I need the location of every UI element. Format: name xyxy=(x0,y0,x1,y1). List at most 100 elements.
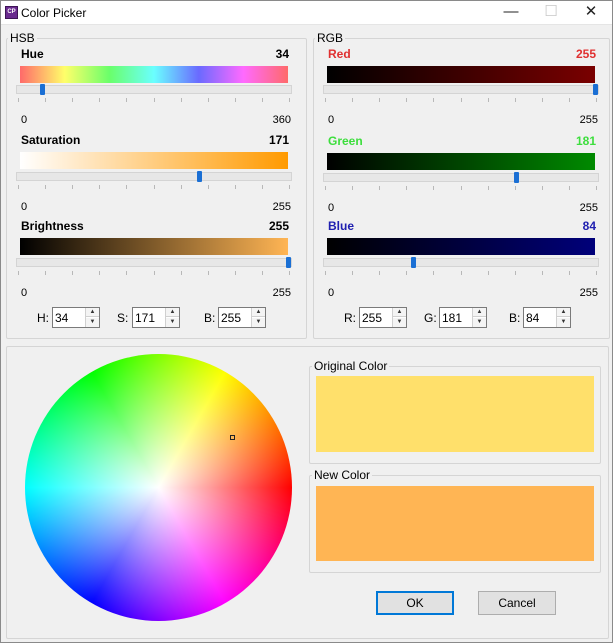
slider-tick xyxy=(235,185,236,189)
blue-label: Blue xyxy=(328,219,355,233)
r-spinner-buttons: ▲ ▼ xyxy=(392,308,406,327)
brightness-min: 0 xyxy=(21,287,28,299)
slider-tick xyxy=(235,271,236,275)
hue-ticks xyxy=(18,98,290,103)
saturation-slider-thumb[interactable] xyxy=(197,171,202,182)
green-label: Green xyxy=(328,134,363,148)
minimize-button[interactable]: — xyxy=(491,1,531,24)
saturation-ticks xyxy=(18,185,290,190)
slider-tick xyxy=(379,186,380,190)
close-button[interactable]: ✕ xyxy=(571,1,611,24)
original-color-swatch[interactable] xyxy=(316,376,594,452)
green-slider[interactable] xyxy=(323,172,599,183)
hue-label: Hue xyxy=(21,47,44,61)
slider-tick xyxy=(45,98,46,102)
b-spinner[interactable]: 255 ▲ ▼ xyxy=(218,307,266,328)
slider-tick xyxy=(542,186,543,190)
slider-tick xyxy=(262,98,263,102)
ok-button[interactable]: OK xyxy=(376,591,454,615)
r-spinner[interactable]: 255 ▲ ▼ xyxy=(359,307,407,328)
red-slider[interactable] xyxy=(323,84,599,95)
slider-tick xyxy=(461,271,462,275)
rgb-b-spinner-value[interactable]: 84 xyxy=(526,311,539,325)
hue-gradient xyxy=(20,66,288,83)
window-title: Color Picker xyxy=(21,6,87,20)
s-spinner[interactable]: 171 ▲ ▼ xyxy=(132,307,180,328)
saturation-value: 171 xyxy=(268,133,289,147)
slider-tick xyxy=(569,271,570,275)
rgb-b-spinner[interactable]: 84 ▲ ▼ xyxy=(523,307,571,328)
g-spinner[interactable]: 181 ▲ ▼ xyxy=(439,307,487,328)
slider-tick xyxy=(235,98,236,102)
color-wheel-marker[interactable] xyxy=(230,435,235,440)
h-spinner-up-icon[interactable]: ▲ xyxy=(86,308,99,317)
brightness-max: 255 xyxy=(272,287,291,299)
slider-tick xyxy=(289,271,290,275)
g-spinner-up-icon[interactable]: ▲ xyxy=(473,308,486,317)
saturation-slider[interactable] xyxy=(16,171,292,182)
h-spinner-buttons: ▲ ▼ xyxy=(85,308,99,327)
color-wheel[interactable] xyxy=(25,354,292,621)
r-spinner-value[interactable]: 255 xyxy=(362,311,382,325)
hue-min: 0 xyxy=(21,114,28,126)
blue-slider-thumb[interactable] xyxy=(411,257,416,268)
cancel-button[interactable]: Cancel xyxy=(478,591,556,615)
h-spinner[interactable]: 34 ▲ ▼ xyxy=(52,307,100,328)
b-spinner-down-icon[interactable]: ▼ xyxy=(252,318,265,327)
blue-slider[interactable] xyxy=(323,257,599,268)
g-spinner-buttons: ▲ ▼ xyxy=(472,308,486,327)
red-ticks xyxy=(325,98,597,103)
h-spinner-down-icon[interactable]: ▼ xyxy=(86,318,99,327)
slider-tick xyxy=(18,98,19,102)
slider-tick xyxy=(379,98,380,102)
slider-tick xyxy=(126,98,127,102)
h-spinner-value[interactable]: 34 xyxy=(55,311,68,325)
g-spinner-label: G: xyxy=(424,311,437,325)
b-spinner-value[interactable]: 255 xyxy=(221,311,241,325)
green-value: 181 xyxy=(575,134,596,148)
red-gradient xyxy=(327,66,595,83)
slider-tick xyxy=(542,98,543,102)
brightness-slider[interactable] xyxy=(16,257,292,268)
saturation-gradient xyxy=(20,152,288,169)
slider-tick xyxy=(262,271,263,275)
slider-tick xyxy=(515,271,516,275)
g-spinner-down-icon[interactable]: ▼ xyxy=(473,318,486,327)
s-spinner-down-icon[interactable]: ▼ xyxy=(166,318,179,327)
slider-tick xyxy=(99,98,100,102)
s-spinner-up-icon[interactable]: ▲ xyxy=(166,308,179,317)
hue-slider-thumb[interactable] xyxy=(40,84,45,95)
title-bar: CP Color Picker — ☐ ✕ xyxy=(1,1,612,25)
hue-slider[interactable] xyxy=(16,84,292,95)
slider-tick xyxy=(181,185,182,189)
color-picker-window: CP Color Picker — ☐ ✕ HSB Hue 34 0 360 S… xyxy=(0,0,613,643)
new-color-label: New Color xyxy=(312,468,373,482)
slider-tick xyxy=(72,185,73,189)
rgb-b-spinner-up-icon[interactable]: ▲ xyxy=(557,308,570,317)
rgb-b-spinner-down-icon[interactable]: ▼ xyxy=(557,318,570,327)
r-spinner-up-icon[interactable]: ▲ xyxy=(393,308,406,317)
slider-tick xyxy=(596,186,597,190)
brightness-gradient xyxy=(20,238,288,255)
b-spinner-up-icon[interactable]: ▲ xyxy=(252,308,265,317)
slider-tick xyxy=(126,271,127,275)
brightness-slider-thumb[interactable] xyxy=(286,257,291,268)
slider-tick xyxy=(488,186,489,190)
rgb-b-spinner-buttons: ▲ ▼ xyxy=(556,308,570,327)
green-slider-thumb[interactable] xyxy=(514,172,519,183)
slider-tick xyxy=(18,271,19,275)
s-spinner-value[interactable]: 171 xyxy=(135,311,155,325)
r-spinner-down-icon[interactable]: ▼ xyxy=(393,318,406,327)
new-color-swatch xyxy=(316,486,594,561)
slider-tick xyxy=(352,271,353,275)
rgb-group-title: RGB xyxy=(315,31,346,45)
slider-tick xyxy=(154,98,155,102)
slider-tick xyxy=(181,98,182,102)
slider-tick xyxy=(461,186,462,190)
slider-tick xyxy=(569,186,570,190)
g-spinner-value[interactable]: 181 xyxy=(442,311,462,325)
hsb-group-title: HSB xyxy=(8,31,37,45)
red-slider-thumb[interactable] xyxy=(593,84,598,95)
green-ticks xyxy=(325,186,597,191)
blue-value: 84 xyxy=(582,219,596,233)
